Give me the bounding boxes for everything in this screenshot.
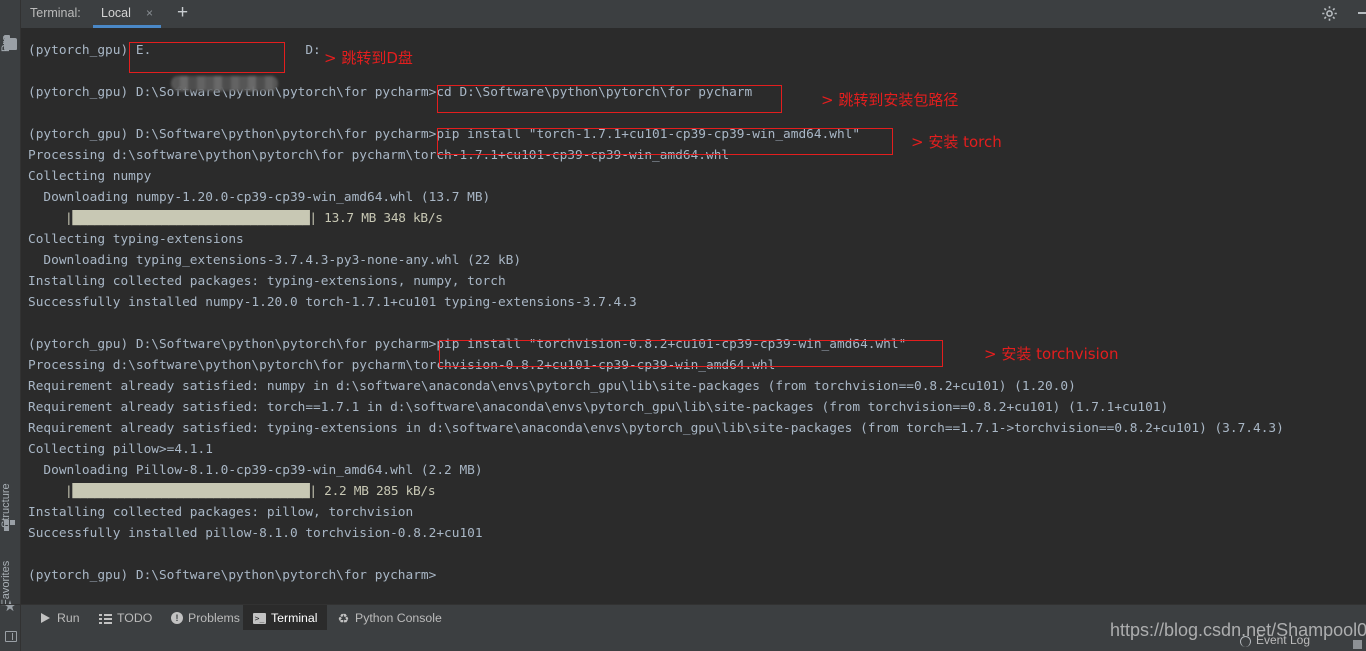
terminal-line: Downloading numpy-1.20.0-cp39-cp39-win_a… (28, 190, 491, 205)
event-log-button[interactable]: Event Log (1239, 633, 1310, 647)
terminal-line: Downloading Pillow-8.1.0-cp39-cp39-win_a… (28, 463, 483, 478)
terminal-line: (pytorch_gpu) D:\Software\python\pytorch… (28, 127, 861, 142)
bottom-item-terminal[interactable]: Terminal (243, 605, 328, 631)
annotation-pip-torch: > 安装 torch (911, 133, 1002, 151)
annotation-cd-command: > 跳转到安装包路径 (821, 91, 959, 109)
terminal-line: Installing collected packages: pillow, t… (28, 505, 414, 520)
terminal-line: |████████████████████████████████| 2.2 M… (28, 484, 436, 499)
terminal-line: (pytorch_gpu) D:\Software\python\pytorch… (28, 337, 907, 352)
terminal-line: Downloading typing_extensions-3.7.4.3-py… (28, 253, 522, 268)
tab-local[interactable]: Local (93, 0, 139, 28)
bottom-item-python-console[interactable]: Python Console (327, 605, 452, 631)
terminal-line: Requirement already satisfied: typing-ex… (28, 421, 1284, 436)
structure-icon (4, 520, 15, 531)
redacted-path-blur (171, 76, 278, 91)
terminal-line: Requirement already satisfied: numpy in … (28, 379, 1076, 394)
terminal-line: Processing d:\software\python\pytorch\fo… (28, 358, 776, 373)
divider (0, 604, 21, 605)
terminal-line: Requirement already satisfied: torch==1.… (28, 400, 1169, 415)
bottom-tool-bar: Run TODO Problems Terminal Python Consol… (21, 604, 1366, 631)
bottom-item-todo-label: TODO (117, 611, 153, 625)
sidebar-item-favorites[interactable]: Favorites (0, 538, 21, 606)
run-icon (39, 612, 52, 625)
warning-icon (171, 612, 183, 624)
minimize-icon[interactable] (1358, 12, 1366, 14)
left-tool-strip: Pro Structure Favorites ★ (0, 0, 21, 651)
annotation-pip-torchvision: > 安装 torchvision (984, 345, 1119, 363)
todo-list-icon (99, 611, 112, 625)
terminal-line: (pytorch_gpu) E. D: (28, 43, 321, 58)
annotation-drive-switch: > 跳转到D盘 (324, 49, 413, 67)
python-icon (337, 612, 350, 625)
terminal-line: |████████████████████████████████| 13.7 … (28, 211, 443, 226)
sidebar-item-structure[interactable]: Structure (0, 458, 21, 528)
terminal-title: Terminal: (30, 6, 81, 20)
bottom-item-todo[interactable]: TODO (89, 605, 162, 631)
terminal-line: Successfully installed numpy-1.20.0 torc… (28, 295, 637, 310)
folder-icon (4, 35, 17, 50)
gear-icon[interactable] (1321, 5, 1338, 22)
terminal-output-panel[interactable]: (pytorch_gpu) E. D: (pytorch_gpu) D:\Soft… (21, 28, 1366, 604)
pycharm-window: Pro Structure Favorites ★ Terminal: Loca… (0, 0, 1366, 651)
bottom-item-run[interactable]: Run (29, 605, 90, 631)
event-log-label: Event Log (1255, 633, 1310, 647)
close-icon[interactable]: × (146, 7, 153, 19)
add-tab-icon[interactable]: + (177, 3, 188, 22)
terminal-text: (pytorch_gpu) E. D: (pytorch_gpu) D:\Soft… (28, 40, 1366, 586)
status-bar: Event Log Python 3.9 (pytorch) (21, 630, 1366, 651)
bottom-item-problems[interactable]: Problems (161, 605, 250, 631)
terminal-line: Collecting typing-extensions (28, 232, 244, 247)
star-icon: ★ (3, 598, 17, 615)
bell-icon (1239, 635, 1251, 647)
resize-handle[interactable] (1353, 640, 1362, 649)
terminal-icon (253, 612, 266, 624)
terminal-line: Collecting pillow>=4.1.1 (28, 442, 213, 457)
terminal-line: (pytorch_gpu) D:\Software\python\pytorch… (28, 568, 437, 583)
terminal-line: Installing collected packages: typing-ex… (28, 274, 506, 289)
bottom-item-python-console-label: Python Console (355, 611, 442, 625)
bottom-item-terminal-label: Terminal (271, 611, 318, 625)
layout-window-icon[interactable] (5, 631, 17, 642)
terminal-line: Successfully installed pillow-8.1.0 torc… (28, 526, 483, 541)
terminal-line: Processing d:\software\python\pytorch\fo… (28, 148, 730, 163)
terminal-header: Terminal: Local × + (21, 0, 1366, 28)
terminal-line: Collecting numpy (28, 169, 152, 184)
bottom-item-run-label: Run (57, 611, 80, 625)
bottom-item-problems-label: Problems (188, 611, 240, 625)
